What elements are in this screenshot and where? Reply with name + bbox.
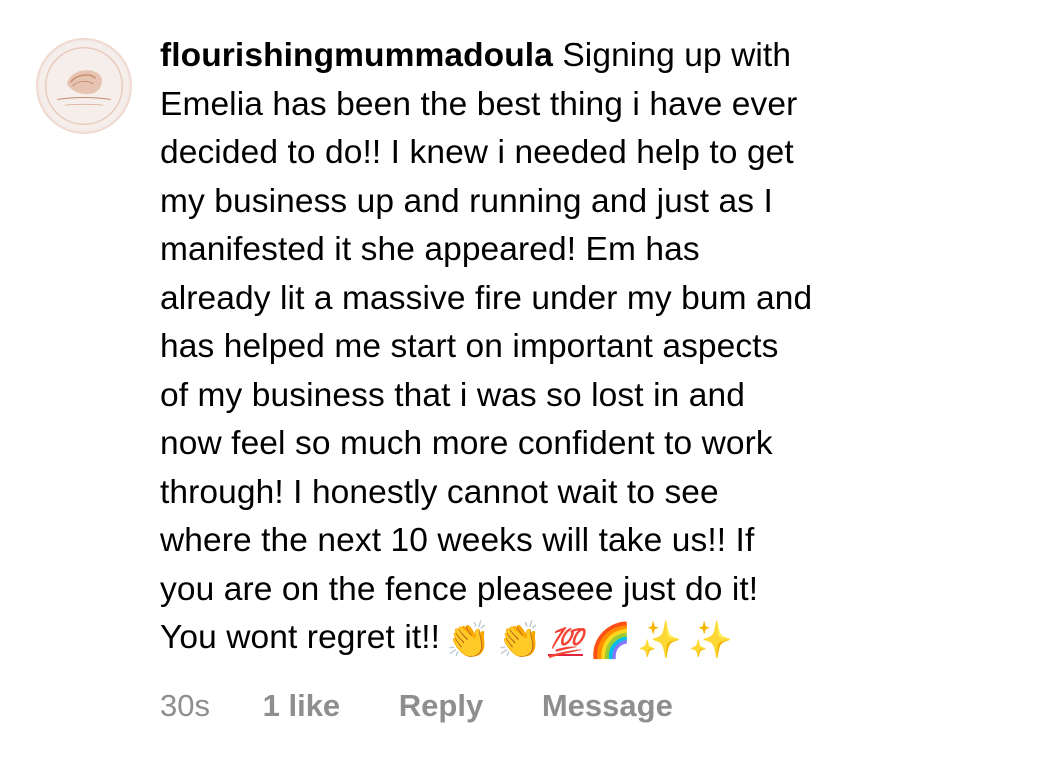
comment-actions: 30s 1 like Reply Message bbox=[160, 688, 673, 724]
timestamp: 30s bbox=[160, 688, 210, 723]
avatar-logo-icon bbox=[39, 41, 129, 131]
sparkles-icon: ✨ bbox=[637, 620, 683, 661]
avatar[interactable] bbox=[36, 38, 132, 134]
comment-line: has helped me start on important aspects bbox=[160, 328, 779, 365]
comment-line: you are on the fence pleaseee just do it… bbox=[160, 570, 759, 608]
comment-line: my business up and running and just as I bbox=[160, 182, 773, 220]
comment-text-segment: Signing up with bbox=[552, 37, 792, 74]
comment: flourishingmummadoula Signing up with Em… bbox=[0, 0, 1045, 766]
likes-count-button[interactable]: 1 like bbox=[263, 688, 341, 724]
comment-line: manifested it she appeared! Em has bbox=[160, 231, 700, 268]
comment-line: of my business that i was so lost in and bbox=[160, 376, 745, 414]
comment-line: decided to do!! I knew i needed help to … bbox=[160, 134, 794, 171]
comment-text-segment: You wont regret it!! bbox=[160, 619, 441, 656]
comment-line: Emelia has been the best thing i have ev… bbox=[160, 85, 798, 123]
message-button[interactable]: Message bbox=[542, 688, 673, 724]
hundred-points-icon: 💯 bbox=[547, 626, 583, 659]
reply-button[interactable]: Reply bbox=[399, 688, 483, 724]
clapping-hands-icon: 👏 bbox=[446, 620, 492, 661]
comment-text: flourishingmummadoula Signing up with Em… bbox=[160, 32, 1020, 663]
comment-line: now feel so much more confident to work bbox=[160, 425, 773, 462]
username[interactable]: flourishingmummadoula bbox=[160, 37, 553, 74]
comment-line: through! I honestly cannot wait to see bbox=[160, 473, 719, 511]
rainbow-icon: 🌈 bbox=[588, 621, 632, 661]
comment-line-last: You wont regret it!! 👏 👏 💯 🌈 ✨ ✨ bbox=[160, 614, 1020, 663]
comment-line: already lit a massive fire under my bum … bbox=[160, 279, 813, 317]
clapping-hands-icon: 👏 bbox=[497, 620, 542, 661]
comment-line: flourishingmummadoula Signing up with bbox=[160, 32, 1020, 81]
comment-line: where the next 10 weeks will take us!! I… bbox=[160, 522, 755, 559]
sparkles-icon: ✨ bbox=[688, 620, 734, 661]
